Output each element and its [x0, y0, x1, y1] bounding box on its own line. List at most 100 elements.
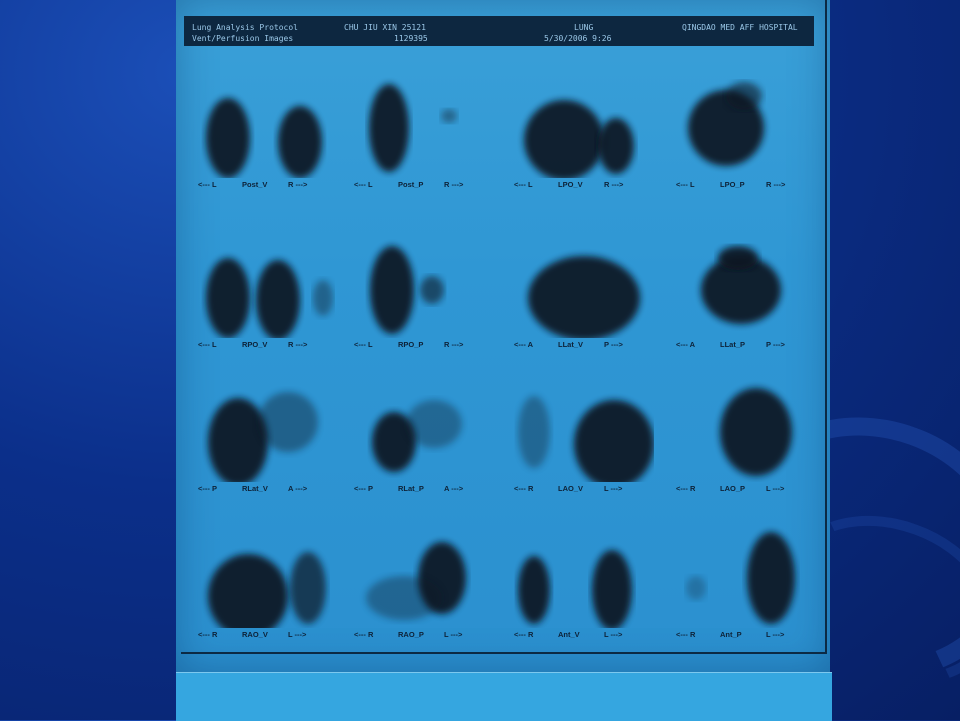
view-name: Ant_V — [558, 630, 580, 639]
scan-panel: <--- R LAO_V L ---> — [504, 372, 654, 532]
uptake-region — [592, 550, 632, 628]
hospital-name: QINGDAO MED AFF HOSPITAL — [682, 23, 798, 32]
panel-label: <--- R RAO_V L ---> — [188, 630, 338, 644]
film-header: Lung Analysis Protocol Vent/Perfusion Im… — [184, 16, 814, 46]
orientation-left: <--- L — [198, 180, 217, 189]
view-name: LPO_P — [720, 180, 745, 189]
lung-image — [206, 98, 322, 178]
view-name: Post_V — [242, 180, 268, 189]
orientation-left: <--- L — [354, 180, 373, 189]
view-name: LLat_P — [720, 340, 746, 349]
view-name: RAO_P — [398, 630, 424, 639]
orientation-right: R ---> — [766, 180, 786, 189]
protocol-subtitle: Vent/Perfusion Images — [192, 34, 294, 43]
orientation-left: <--- P — [198, 484, 217, 493]
uptake-region — [518, 556, 550, 624]
lung-image — [370, 246, 444, 334]
orientation-right: R ---> — [288, 340, 308, 349]
orientation-left: <--- R — [514, 484, 534, 493]
view-name: Post_P — [398, 180, 424, 189]
uptake-region — [313, 280, 333, 316]
lung-image — [528, 256, 640, 338]
orientation-right: L ---> — [766, 630, 785, 639]
uptake-region — [574, 400, 654, 482]
study-datetime: 5/30/2006 9:26 — [544, 34, 612, 43]
scan-panel: <--- R Ant_V L ---> — [504, 518, 654, 678]
scan-panel: <--- L Post_V R ---> — [188, 68, 338, 228]
panel-label: <--- P RLat_P A ---> — [344, 484, 494, 498]
uptake-region — [720, 388, 792, 476]
orientation-left: <--- A — [676, 340, 696, 349]
panel-label: <--- A LLat_V P ---> — [504, 340, 654, 354]
orientation-right: R ---> — [288, 180, 308, 189]
orientation-right: L ---> — [288, 630, 307, 639]
uptake-region — [208, 398, 268, 482]
orientation-left: <--- R — [514, 630, 534, 639]
scan-panel: <--- L LPO_V R ---> — [504, 68, 654, 228]
lung-image — [208, 552, 326, 628]
scan-panel: <--- R RAO_V L ---> — [188, 518, 338, 678]
orientation-left: <--- L — [198, 340, 217, 349]
orientation-right: A ---> — [444, 484, 464, 493]
lung-image — [518, 396, 654, 482]
view-name: LPO_V — [558, 180, 583, 189]
panel-label: <--- P RLat_V A ---> — [188, 484, 338, 498]
orientation-left: <--- L — [676, 180, 695, 189]
lung-image — [372, 400, 462, 472]
scan-panel: <--- R LAO_P L ---> — [666, 372, 816, 532]
view-name: Ant_P — [720, 630, 742, 639]
lung-image — [369, 84, 457, 172]
uptake-region — [686, 576, 706, 600]
lung-scan-film: Lung Analysis Protocol Vent/Perfusion Im… — [176, 0, 830, 672]
panel-label: <--- L Post_P R ---> — [344, 180, 494, 194]
view-name: RAO_V — [242, 630, 268, 639]
orientation-right: L ---> — [766, 484, 785, 493]
orientation-left: <--- L — [354, 340, 373, 349]
scan-panel: <--- P RLat_P A ---> — [344, 372, 494, 532]
orientation-right: R ---> — [444, 180, 464, 189]
uptake-region — [370, 246, 414, 334]
scan-panel: <--- L LPO_P R ---> — [666, 68, 816, 228]
uptake-region — [726, 82, 762, 110]
scan-panel: <--- A LLat_P P ---> — [666, 228, 816, 388]
uptake-region — [208, 554, 288, 628]
orientation-left: <--- R — [676, 630, 696, 639]
scan-panel: <--- R Ant_P L ---> — [666, 518, 816, 678]
uptake-region — [256, 260, 300, 338]
panel-label: <--- R Ant_P L ---> — [666, 630, 816, 644]
view-name: LLat_V — [558, 340, 584, 349]
uptake-region — [290, 552, 326, 624]
study-name: LUNG — [574, 23, 594, 32]
panel-label: <--- R RAO_P L ---> — [344, 630, 494, 644]
lung-image — [208, 392, 318, 482]
view-name: RLat_V — [242, 484, 268, 493]
orientation-left: <--- R — [676, 484, 696, 493]
uptake-region — [747, 532, 795, 624]
scan-panel: <--- L RPO_V R ---> — [188, 228, 338, 388]
panel-label: <--- R LAO_V L ---> — [504, 484, 654, 498]
uptake-region — [278, 106, 322, 178]
view-name: LAO_P — [720, 484, 746, 493]
lung-image — [701, 246, 781, 324]
lung-image — [206, 258, 333, 338]
protocol-title: Lung Analysis Protocol — [192, 23, 298, 32]
lung-image — [518, 550, 632, 628]
uptake-region — [206, 258, 250, 338]
panel-label: <--- L LPO_P R ---> — [666, 180, 816, 194]
uptake-region — [518, 396, 550, 468]
lung-image — [688, 82, 764, 166]
caption-bar — [176, 672, 832, 721]
uptake-region — [206, 98, 250, 178]
uptake-region — [524, 100, 604, 178]
view-name: LAO_V — [558, 484, 584, 493]
panel-label: <--- L LPO_V R ---> — [504, 180, 654, 194]
orientation-right: L ---> — [604, 630, 623, 639]
orientation-right: L ---> — [604, 484, 623, 493]
orientation-right: P ---> — [604, 340, 623, 349]
uptake-region — [366, 576, 442, 620]
panel-label: <--- L Post_V R ---> — [188, 180, 338, 194]
orientation-left: <--- L — [514, 180, 533, 189]
uptake-region — [406, 400, 462, 448]
uptake-region — [369, 84, 409, 172]
panel-label: <--- L RPO_V R ---> — [188, 340, 338, 354]
